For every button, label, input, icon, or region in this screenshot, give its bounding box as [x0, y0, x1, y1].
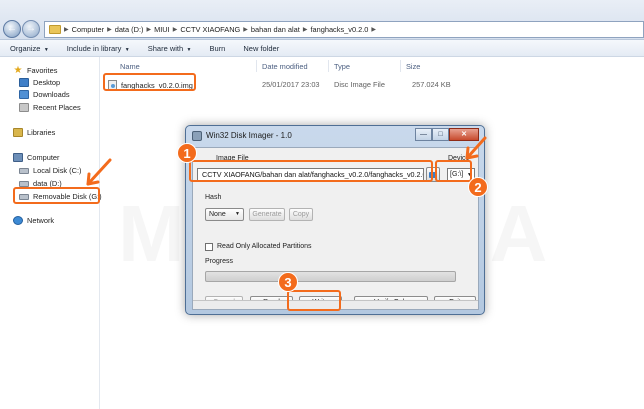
- annotation-arrows: [86, 136, 487, 186]
- arrow-to-removable-disk: [86, 158, 112, 186]
